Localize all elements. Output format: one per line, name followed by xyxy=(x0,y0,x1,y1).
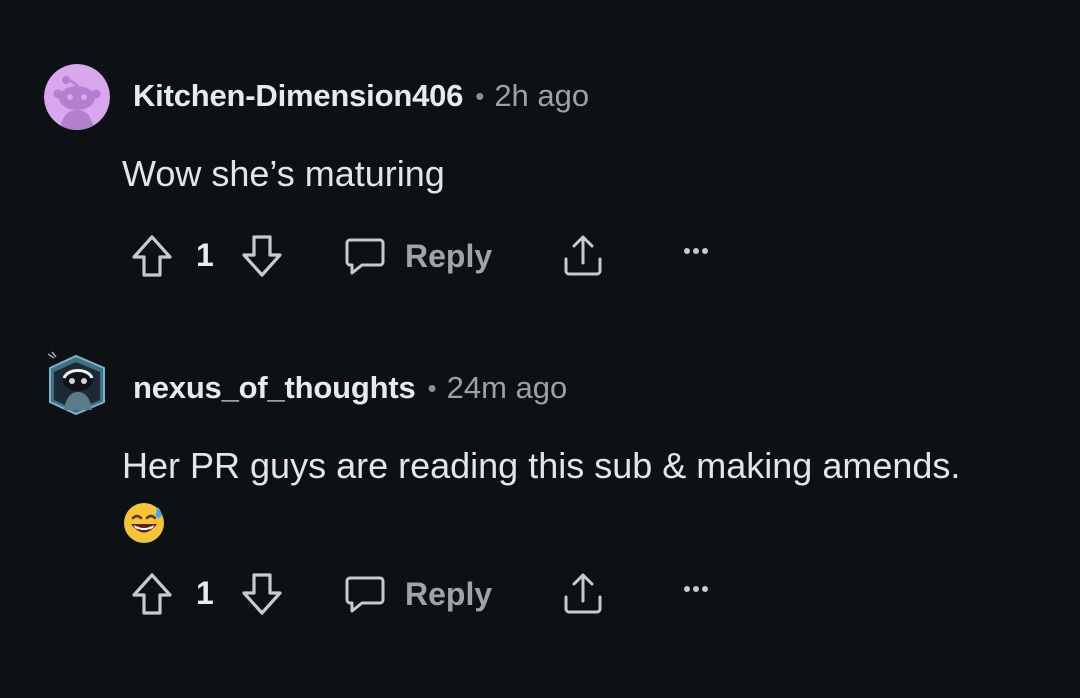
meta-separator: • xyxy=(475,80,485,111)
reply-label: Reply xyxy=(405,237,493,274)
vote-score: 1 xyxy=(196,237,214,273)
grinning-sweat-emoji xyxy=(124,503,164,543)
comment-bubble-icon xyxy=(345,238,385,275)
comment-actions: 1 Reply xyxy=(130,569,730,619)
comment-meta: nexus_of_thoughts • 24m ago xyxy=(133,368,567,408)
more-options-icon[interactable] xyxy=(682,245,712,257)
snoo-avatar-icon xyxy=(44,64,110,130)
downvote-icon[interactable] xyxy=(240,233,284,279)
timestamp: 24m ago xyxy=(446,370,568,405)
custom-snoo-avatar-icon xyxy=(47,351,105,416)
user-avatar[interactable] xyxy=(46,350,108,416)
username[interactable]: Kitchen-Dimension406 xyxy=(133,78,463,114)
more-options-icon[interactable] xyxy=(682,583,712,595)
vote-score: 1 xyxy=(196,575,214,611)
comment-actions: 1 Reply xyxy=(130,231,730,281)
downvote-icon[interactable] xyxy=(240,571,284,617)
share-icon[interactable] xyxy=(560,233,606,279)
upvote-icon[interactable] xyxy=(130,233,174,279)
comment-meta: Kitchen-Dimension406 • 2h ago xyxy=(133,76,589,116)
timestamp: 2h ago xyxy=(494,78,590,113)
comment-body: Her PR guys are reading this sub & makin… xyxy=(122,445,961,486)
username[interactable]: nexus_of_thoughts xyxy=(133,370,416,406)
reply-button[interactable]: Reply xyxy=(344,231,492,281)
user-avatar[interactable] xyxy=(44,64,110,130)
meta-separator: • xyxy=(427,372,437,403)
comment-bubble-icon xyxy=(345,576,385,613)
comment-body: Wow she’s maturing xyxy=(122,153,445,194)
share-icon[interactable] xyxy=(560,571,606,617)
reply-button[interactable]: Reply xyxy=(344,569,492,619)
upvote-icon[interactable] xyxy=(130,571,174,617)
reply-label: Reply xyxy=(405,575,493,612)
